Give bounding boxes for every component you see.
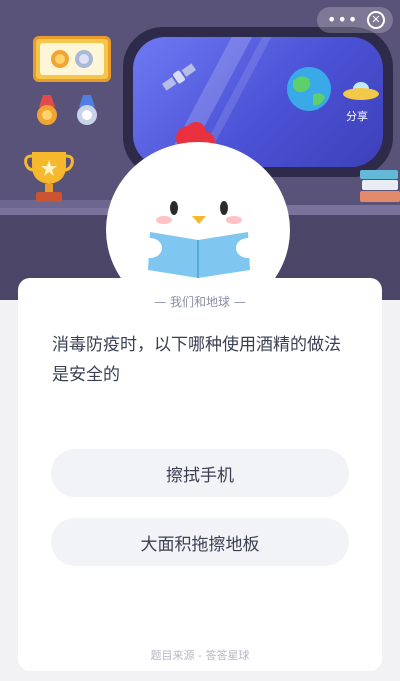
answer-option-2[interactable]: 大面积拖擦地板	[51, 518, 349, 566]
answer-option-1[interactable]: 擦拭手机	[51, 449, 349, 497]
mini-program-capsule: ••• ✕	[317, 7, 393, 33]
chicken-mascot-icon	[106, 122, 290, 285]
books-icon	[360, 170, 400, 202]
close-icon[interactable]: ✕	[367, 11, 385, 29]
share-button[interactable]: 分享	[346, 108, 368, 124]
question-source: 题目来源 - 答答星球	[150, 649, 250, 662]
question-card: — 我们和地球 — 消毒防疫时，以下哪种使用酒精的做法是安全的 擦拭手机 大面积…	[18, 278, 382, 671]
medal-board-icon	[40, 43, 104, 75]
medal-board	[33, 36, 111, 82]
more-dots-icon[interactable]: •••	[327, 7, 358, 33]
earth-icon	[287, 67, 331, 111]
medals-icon	[37, 95, 97, 125]
trophy-icon	[24, 152, 74, 202]
hero-illustration: 分享 ••• ✕	[0, 0, 400, 300]
ufo-icon	[343, 82, 379, 100]
satellite-icon	[161, 63, 197, 91]
quiz-subject: — 我们和地球 —	[154, 295, 246, 309]
question-text: 消毒防疫时，以下哪种使用酒精的做法是安全的	[52, 335, 341, 385]
